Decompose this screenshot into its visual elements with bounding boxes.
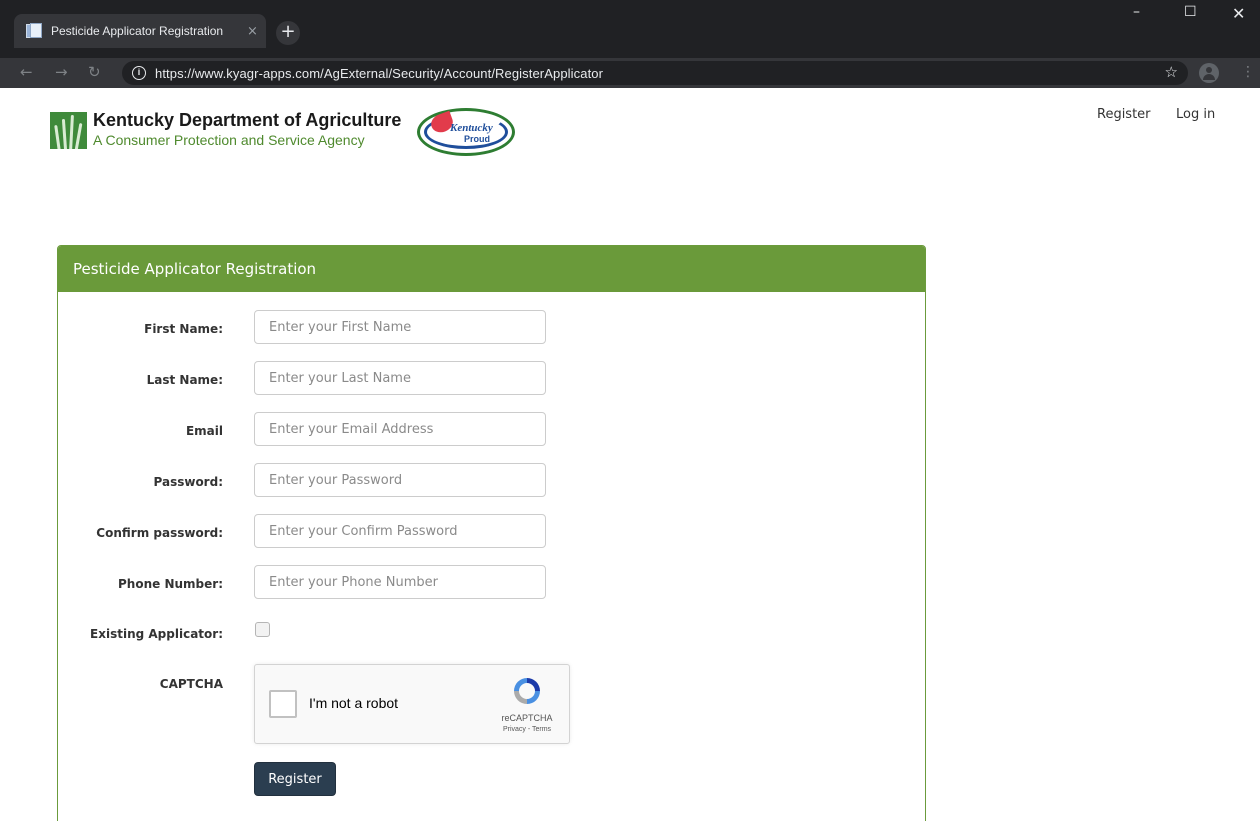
recaptcha-widget: I'm not a robot reCAPTCHA Privacy - Term… [254,664,570,744]
address-bar[interactable]: i https://www.kyagr-apps.com/AgExternal/… [122,61,1188,85]
browser-tab[interactable]: Pesticide Applicator Registration × [14,14,266,48]
kentucky-proud-logo-icon: Kentucky Proud [417,108,515,156]
bookmark-star-icon[interactable]: ☆ [1165,63,1178,81]
window-close-icon[interactable]: ✕ [1232,4,1245,23]
recaptcha-brand: reCAPTCHA [501,713,553,723]
new-tab-button[interactable]: + [276,21,300,45]
tab-close-icon[interactable]: × [247,24,258,39]
captcha-label: CAPTCHA [159,677,223,691]
password-input[interactable] [254,463,546,497]
first-name-input[interactable] [254,310,546,344]
proud-logo-proud: Proud [464,134,490,144]
org-title[interactable]: Kentucky Department of Agriculture [93,110,401,131]
phone-number-input[interactable] [254,565,546,599]
org-subtitle: A Consumer Protection and Service Agency [93,132,365,148]
kda-logo-icon[interactable] [50,112,87,149]
forward-arrow-icon[interactable]: → [55,63,68,81]
recaptcha-logo-icon [514,678,540,704]
nav-login-link[interactable]: Log in [1176,107,1215,122]
panel-title: Pesticide Applicator Registration [58,246,925,292]
confirm-password-input[interactable] [254,514,546,548]
reload-icon[interactable]: ↻ [88,63,101,81]
email-label: Email [185,424,223,438]
page-favicon-icon [26,23,42,39]
proud-logo-word: Kentucky [450,122,493,134]
window-minimize-icon[interactable]: – [1133,4,1140,20]
existing-applicator-checkbox[interactable] [255,622,270,637]
email-input[interactable] [254,412,546,446]
phone-number-label: Phone Number: [118,577,223,591]
browser-menu-icon[interactable]: ⋮ [1241,64,1255,80]
recaptcha-privacy-terms-link[interactable]: Privacy - Terms [495,726,559,733]
register-button[interactable]: Register [254,762,336,796]
last-name-label: Last Name: [146,373,223,387]
tab-title: Pesticide Applicator Registration [51,24,224,38]
browser-tab-bar: Pesticide Applicator Registration × + – … [0,0,1260,58]
confirm-password-label: Confirm password: [96,526,223,540]
last-name-input[interactable] [254,361,546,395]
account-icon[interactable] [1199,63,1219,83]
recaptcha-checkbox[interactable] [269,690,297,718]
recaptcha-text: I'm not a robot [309,695,399,711]
password-label: Password: [153,475,224,489]
nav-register-link[interactable]: Register [1097,107,1151,122]
window-maximize-icon[interactable]: ☐ [1184,4,1197,20]
first-name-label: First Name: [144,322,223,336]
existing-applicator-label: Existing Applicator: [90,627,223,641]
url-text[interactable]: https://www.kyagr-apps.com/AgExternal/Se… [155,66,603,81]
site-info-icon[interactable]: i [132,66,146,80]
back-arrow-icon[interactable]: ← [20,63,33,81]
browser-toolbar: ← → ↻ i https://www.kyagr-apps.com/AgExt… [0,58,1260,88]
